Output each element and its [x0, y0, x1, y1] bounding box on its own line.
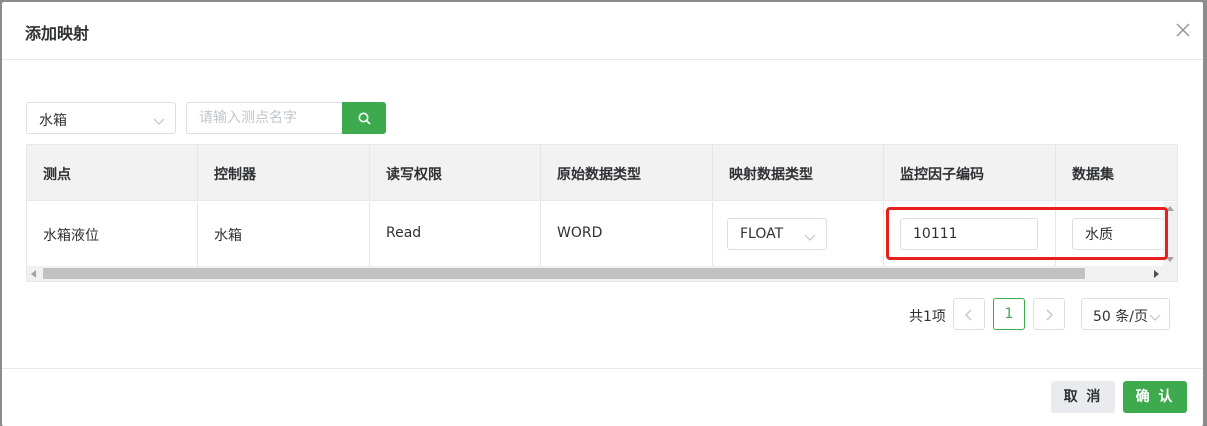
chevron-down-icon: [804, 230, 816, 246]
cell-dataset: [1056, 202, 1177, 266]
column-header: 原始数据类型: [541, 145, 713, 200]
page-number-button[interactable]: 1: [993, 298, 1025, 330]
chevron-down-icon: [153, 114, 165, 130]
horizontal-scroll-thumb[interactable]: [43, 268, 1085, 279]
column-header: 控制器: [198, 145, 370, 200]
page-size-select[interactable]: 50 条/页: [1081, 298, 1170, 330]
point-search-input[interactable]: [186, 102, 343, 134]
search-icon: [358, 112, 371, 125]
scroll-down-icon[interactable]: [1166, 257, 1174, 262]
cell-factor-code: [884, 202, 1056, 266]
next-page-button[interactable]: [1033, 298, 1065, 330]
cell-point: 水箱液位: [27, 202, 198, 266]
horizontal-scrollbar[interactable]: [27, 266, 1177, 281]
close-icon[interactable]: [1175, 22, 1191, 38]
cell-permission: Read: [370, 202, 541, 266]
controller-select-value: 水箱: [39, 113, 67, 129]
mapped-type-select[interactable]: FLOAT: [727, 218, 827, 250]
mapping-table: 测点 控制器 读写权限 原始数据类型 映射数据类型 监控因子编码 数据集 水箱液…: [26, 144, 1178, 282]
dialog-footer: 取 消 确 认: [2, 368, 1203, 426]
column-header: 数据集: [1072, 167, 1114, 183]
confirm-button[interactable]: 确 认: [1123, 381, 1187, 413]
cell-controller: 水箱: [198, 202, 370, 266]
column-header: 映射数据类型: [713, 145, 884, 200]
dialog-header: 添加映射: [2, 2, 1203, 60]
scroll-up-icon[interactable]: [1166, 206, 1174, 211]
chevron-down-icon: [1149, 310, 1161, 326]
table-header: 测点 控制器 读写权限 原始数据类型 映射数据类型 监控因子编码 数据集: [27, 145, 1177, 201]
cancel-button[interactable]: 取 消: [1051, 381, 1115, 413]
factor-code-input[interactable]: [900, 218, 1038, 250]
search-button[interactable]: [342, 102, 386, 134]
vertical-scrollbar[interactable]: [1163, 202, 1177, 266]
prev-page-button[interactable]: [953, 298, 985, 330]
chevron-right-icon: [1046, 309, 1053, 321]
column-header: 监控因子编码: [884, 145, 1056, 200]
dataset-input[interactable]: [1072, 218, 1164, 250]
cell-mapped-type: FLOAT: [713, 202, 884, 266]
column-header: 读写权限: [370, 145, 541, 200]
scroll-left-icon[interactable]: [31, 270, 36, 278]
column-header: 测点: [27, 145, 198, 200]
add-mapping-dialog: 添加映射 水箱 测点 控制器 读写权限 原始数据类型 映射数据类型 监控因子编码…: [2, 2, 1203, 426]
dialog-title: 添加映射: [25, 24, 90, 43]
pagination-total: 共1项: [909, 309, 946, 325]
chevron-left-icon: [965, 309, 972, 321]
controller-select[interactable]: 水箱: [26, 102, 176, 134]
cell-raw-type: WORD: [541, 202, 713, 266]
table-row: 水箱液位 水箱 Read WORD FLOAT: [27, 202, 1177, 266]
scroll-right-icon[interactable]: [1154, 270, 1159, 278]
